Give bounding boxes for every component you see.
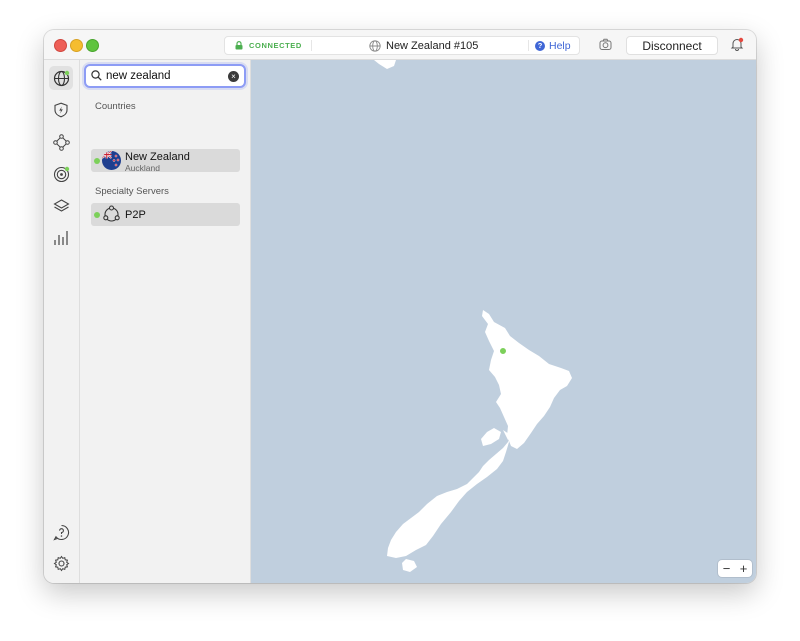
countries-heading: Countries: [95, 101, 136, 112]
country-row[interactable]: New Zealand Auckland: [91, 149, 240, 173]
dark-web-monitor-nav-button[interactable]: [49, 162, 73, 186]
server-map[interactable]: − +: [251, 60, 756, 583]
disconnect-button[interactable]: Disconnect: [626, 36, 718, 55]
help-nav-button[interactable]: [49, 520, 73, 544]
threat-protection-nav-button[interactable]: [49, 98, 73, 122]
help-label: Help: [549, 39, 571, 52]
stats-icon: [54, 231, 68, 245]
title-bar: CONNECTED New Zealand #105 ? Help Discon…: [44, 30, 756, 60]
south-island-east: [481, 428, 501, 446]
server-name: New Zealand #105: [386, 39, 479, 52]
status-text: CONNECTED: [249, 41, 302, 50]
online-status-dot: [94, 158, 100, 164]
help-link[interactable]: ? Help: [535, 37, 571, 54]
stewart-island: [402, 559, 417, 572]
landmass-top: [374, 60, 396, 69]
zoom-in-button[interactable]: +: [740, 561, 748, 576]
search-input[interactable]: [106, 67, 221, 85]
notification-bell-icon[interactable]: [730, 37, 744, 51]
connection-status-bar: CONNECTED New Zealand #105 ? Help: [224, 36, 580, 55]
zoom-window-button[interactable]: [86, 39, 99, 52]
server-list-panel: × Countries New Zealand Auckland: [80, 60, 251, 583]
divider: [311, 40, 312, 51]
clear-search-icon[interactable]: ×: [228, 71, 239, 82]
split-tunneling-nav-button[interactable]: [49, 194, 73, 218]
online-status-dot: [94, 212, 100, 218]
connection-status: CONNECTED: [235, 37, 302, 54]
divider: [528, 40, 529, 51]
layers-icon: [52, 198, 70, 212]
search-field[interactable]: ×: [84, 64, 246, 88]
server-location-marker[interactable]: [498, 346, 508, 356]
settings-nav-button[interactable]: [49, 551, 73, 575]
south-island: [387, 430, 509, 558]
p2p-icon: [102, 205, 121, 224]
settings-icon: [53, 555, 69, 571]
globe-icon: [369, 39, 381, 52]
minimize-window-button[interactable]: [70, 39, 83, 52]
shield-bolt-icon: [54, 102, 68, 118]
zoom-controls: − +: [718, 560, 752, 577]
camera-shield-icon[interactable]: [599, 38, 613, 51]
north-island: [482, 310, 572, 449]
icon-rail: [44, 60, 80, 583]
app-window: CONNECTED New Zealand #105 ? Help Discon…: [44, 30, 756, 583]
specialty-servers-heading: Specialty Servers: [95, 186, 169, 197]
current-server[interactable]: New Zealand #105: [369, 37, 478, 54]
map-canvas: [374, 60, 572, 572]
meshnet-icon: [52, 133, 70, 151]
statistics-nav-button[interactable]: [49, 226, 73, 250]
search-icon: [91, 70, 102, 81]
countries-nav-button[interactable]: [49, 66, 73, 90]
question-icon: ?: [535, 40, 545, 51]
meshnet-nav-button[interactable]: [49, 130, 73, 154]
close-window-button[interactable]: [54, 39, 67, 52]
new-zealand-flag-icon: [102, 151, 121, 170]
globe-icon: [53, 70, 69, 86]
specialty-row-p2p[interactable]: P2P: [91, 203, 240, 226]
zoom-out-button[interactable]: −: [723, 561, 731, 576]
country-city: Auckland: [125, 163, 160, 173]
lock-icon: [235, 41, 243, 50]
radar-icon: [53, 166, 69, 182]
specialty-name: P2P: [125, 209, 146, 221]
country-name: New Zealand: [125, 151, 190, 163]
help-chat-icon: [52, 524, 69, 541]
